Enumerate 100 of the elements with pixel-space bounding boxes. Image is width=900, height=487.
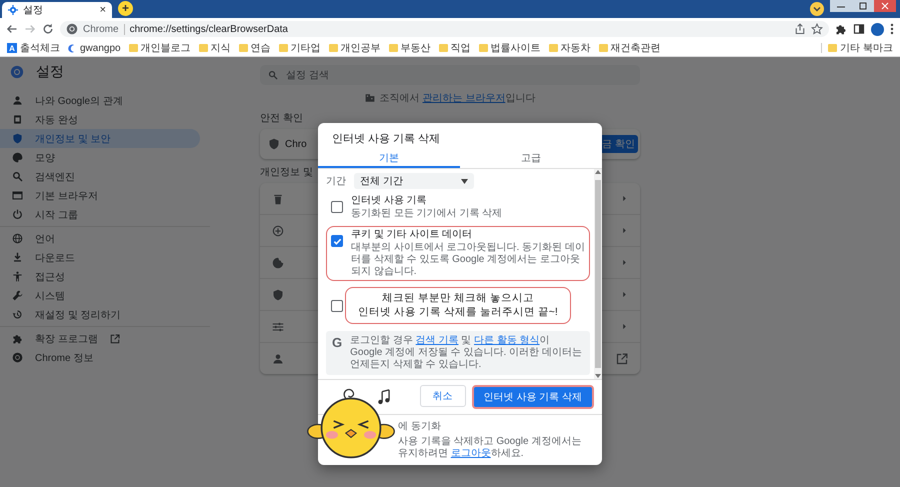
close-tab-button[interactable]: × [100, 4, 106, 16]
callout-note: 체크된 부분만 체크해 놓으시고 인터넷 사용 기록 삭제를 눌러주시면 끝~! [345, 287, 571, 324]
check-now-button[interactable]: 금 확인 [599, 135, 638, 153]
search-icon [268, 70, 278, 80]
option-title: 인터넷 사용 기록 [351, 195, 428, 207]
tab[interactable]: 고급 [460, 149, 602, 168]
period-label: 기간 [326, 175, 346, 188]
checkbox[interactable] [331, 235, 343, 247]
folder-icon [478, 44, 488, 52]
chevron-right-icon [621, 227, 628, 234]
sidebar-item[interactable]: Chrome 정보 [0, 348, 200, 367]
round-logo-icon [10, 65, 24, 79]
power-icon [12, 209, 23, 220]
bookmark[interactable]: 지식 [196, 41, 233, 55]
sidebar-item[interactable]: 접근성 [0, 267, 200, 286]
share-icon[interactable] [794, 23, 806, 35]
shield-icon [268, 138, 280, 150]
sidebar-item[interactable]: 모양 [0, 148, 200, 167]
sidebar-item[interactable]: 나와 Google의 관계 [0, 91, 200, 110]
safety-text: Chro [285, 138, 307, 150]
shield-icon [272, 288, 284, 300]
bookmark[interactable]: 자동차 [546, 41, 593, 55]
bookmark[interactable]: 직업 [436, 41, 473, 55]
bookmark[interactable]: 개인공부 [326, 41, 383, 55]
sidebar-item[interactable]: 시작 그룹 [0, 205, 200, 224]
bookmark[interactable]: 연습 [236, 41, 273, 55]
bookmark[interactable]: gwangpo [66, 42, 123, 54]
browser-tab[interactable]: 설정 × [2, 2, 112, 18]
link[interactable]: 검색 기록 [416, 335, 458, 346]
chevron-down-icon [813, 5, 821, 13]
folder-icon [548, 44, 558, 52]
chevron-right-icon [621, 323, 628, 330]
round-logo-icon [66, 23, 78, 35]
settings-title: 설정 [36, 63, 64, 81]
sliders-icon [272, 320, 284, 332]
profile-avatar[interactable] [871, 22, 884, 36]
sidebar-item[interactable]: 개인정보 및 보안 [0, 129, 200, 148]
scroll-up-arrow-icon[interactable] [595, 169, 601, 174]
shield-icon [12, 133, 23, 144]
sidebar-item[interactable]: 재설정 및 정리하기 [0, 305, 200, 324]
period-dropdown[interactable]: 전체 기간 [354, 173, 474, 189]
back-icon[interactable] [6, 23, 18, 35]
bookmark[interactable]: 재건축관련 [596, 41, 663, 55]
option-title: 쿠키 및 기타 사이트 데이터 [351, 229, 474, 241]
sidebar-item[interactable]: 다운로드 [0, 248, 200, 267]
maximize-button[interactable] [852, 0, 874, 12]
folder-icon [598, 44, 608, 52]
tab[interactable]: 기본 [318, 149, 460, 168]
chevron-right-icon [621, 259, 628, 266]
folder-icon [238, 44, 248, 52]
bookmark[interactable]: 개인블로그 [126, 41, 193, 55]
link[interactable]: 다른 활동 형식 [474, 335, 540, 346]
cookie-icon [272, 256, 284, 268]
bookmark-folder[interactable]: 기타 북마크 [826, 41, 895, 55]
sidebar-item[interactable]: 기본 브라우저 [0, 186, 200, 205]
sidebar-item[interactable]: 언어 [0, 229, 200, 248]
wrench-icon [12, 290, 23, 301]
folder-icon [328, 44, 338, 52]
link[interactable]: 관리하는 브라우저 [422, 93, 506, 104]
history-icon [12, 309, 23, 320]
address-bar[interactable]: Chrome chrome://settings/clearBrowserData [60, 21, 829, 37]
link[interactable]: 로그아웃 [450, 448, 491, 459]
side-panel-icon[interactable] [853, 23, 865, 35]
external-link-icon [616, 352, 628, 364]
menu-icon[interactable] [890, 23, 894, 35]
sidebar-item[interactable]: 시스템 [0, 286, 200, 305]
tab-search-button[interactable] [810, 2, 824, 16]
checkbox[interactable] [331, 201, 343, 213]
browser-window-icon [12, 190, 23, 201]
puzzle-icon[interactable] [835, 23, 847, 35]
close-window-button[interactable] [874, 0, 896, 12]
search-icon [12, 171, 23, 182]
dialog-title: 인터넷 사용 기록 삭제 [331, 132, 442, 147]
external-link-icon [110, 334, 120, 344]
scroll-down-arrow-icon[interactable] [595, 374, 601, 379]
cancel-button[interactable]: 취소 [420, 385, 466, 407]
folder-icon [128, 44, 138, 52]
bookmark[interactable]: 법률사이트 [476, 41, 543, 55]
sidebar-item[interactable]: 확장 프로그램 [0, 329, 200, 348]
bookmark[interactable]: A 출석체크 [5, 41, 62, 55]
search-field[interactable]: 설정 검색 [260, 65, 640, 85]
sidebar-item[interactable]: 검색엔진 [0, 167, 200, 186]
minimize-button[interactable] [830, 0, 852, 12]
checkbox[interactable] [331, 300, 343, 312]
trash-icon [272, 192, 284, 204]
reload-icon[interactable] [42, 23, 54, 35]
bookmark[interactable]: 기타업 [276, 41, 323, 55]
star-icon[interactable] [811, 23, 823, 35]
clear-data-button[interactable]: 인터넷 사용 기록 삭제 [472, 385, 594, 409]
sidebar-item[interactable]: 자동 완성 [0, 110, 200, 129]
bookmark[interactable]: 부동산 [386, 41, 433, 55]
round-logo-icon [12, 352, 23, 363]
palette-icon [12, 152, 23, 163]
chevron-right-icon [621, 291, 628, 298]
new-tab-button[interactable]: + [118, 1, 133, 16]
section-heading: 안전 확인 [260, 112, 303, 125]
section-heading: 개인정보 및 [260, 166, 313, 179]
person-icon [12, 95, 23, 106]
scrollbar[interactable] [594, 169, 602, 379]
gear-icon [8, 5, 18, 15]
